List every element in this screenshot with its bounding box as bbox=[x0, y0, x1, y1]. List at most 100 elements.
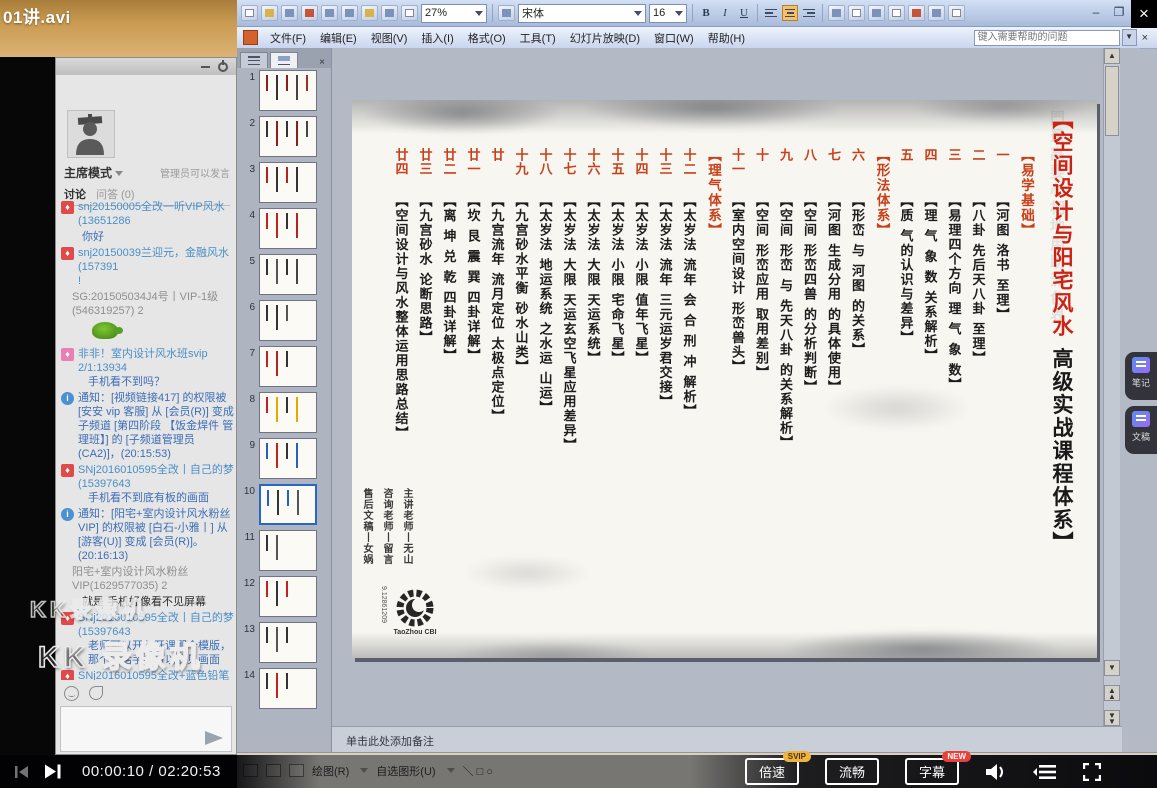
chat-message: i 通知：[阳宅+室内设计风水粉丝VIP] 的权限被 [白石-小雅丨] 从 [游客… bbox=[60, 507, 234, 563]
emoji-icon[interactable] bbox=[64, 686, 79, 701]
underline-button[interactable]: U bbox=[736, 5, 752, 21]
thumbnail-row: 11 bbox=[237, 528, 331, 574]
section-header: 【形法体系】 bbox=[873, 148, 890, 238]
menu-0[interactable]: 文件(F) bbox=[263, 28, 313, 48]
speed-button[interactable]: 倍速 SVIP bbox=[744, 751, 811, 785]
slide-thumbnail-8[interactable] bbox=[259, 392, 317, 433]
dash-style-icon[interactable] bbox=[888, 5, 905, 21]
slide-thumbnail-2[interactable] bbox=[259, 116, 317, 157]
slide-thumbnail-11[interactable] bbox=[259, 530, 317, 571]
side-tab-label: 文稿 bbox=[1131, 432, 1150, 442]
slide-thumbnail-10[interactable] bbox=[259, 484, 317, 525]
format-painter-icon[interactable] bbox=[361, 5, 378, 21]
flower-icon[interactable] bbox=[89, 686, 103, 700]
slide-thumbnail-5[interactable] bbox=[259, 254, 317, 295]
menu-4[interactable]: 格式(O) bbox=[461, 28, 513, 48]
prev-episode-icon[interactable] bbox=[14, 765, 30, 779]
thumbnail-row: 14 bbox=[237, 666, 331, 712]
menu-5[interactable]: 工具(T) bbox=[513, 28, 563, 48]
side-tab-1[interactable]: 文稿 bbox=[1125, 406, 1157, 454]
spelling-icon[interactable] bbox=[341, 5, 358, 21]
grid-icon[interactable] bbox=[498, 5, 515, 21]
print-icon[interactable] bbox=[301, 5, 318, 21]
slide-thumbnail-9[interactable] bbox=[259, 438, 317, 479]
playlist-icon[interactable] bbox=[1033, 764, 1057, 780]
thumbnail-number: 11 bbox=[244, 532, 255, 543]
table-icon[interactable] bbox=[401, 5, 418, 21]
chat-message: i 通知：[视频链接417] 的权限被 [安安 vip 客服] 从 [会员(R)]… bbox=[60, 391, 234, 461]
menu-6[interactable]: 幻灯片放映(D) bbox=[563, 28, 647, 48]
outline-item: 廿【九宫流年 流月定位 太极点定位】 bbox=[488, 148, 504, 424]
chat-message: ♦ 非非！室内设计风水班svip 2/1:13934 手机看不到吗？ bbox=[60, 347, 234, 389]
slide-thumbnail-14[interactable] bbox=[259, 668, 317, 709]
slide-thumbnail-7[interactable] bbox=[259, 346, 317, 387]
line-spacing-icon[interactable] bbox=[848, 5, 865, 21]
scroll-down-icon[interactable]: ▼ bbox=[1104, 660, 1120, 676]
play-next-icon[interactable] bbox=[44, 764, 62, 779]
logo-caption: TaoZhou CBI bbox=[393, 629, 437, 636]
side-tab-label: 笔记 bbox=[1131, 378, 1150, 388]
scroll-up-icon[interactable]: ▲ bbox=[1104, 48, 1120, 64]
volume-icon[interactable] bbox=[985, 763, 1007, 781]
chat-power-icon[interactable] bbox=[218, 59, 228, 72]
thumbnail-row: 12 bbox=[237, 574, 331, 620]
exit-design-icon[interactable] bbox=[948, 5, 965, 21]
quality-button[interactable]: 流畅 bbox=[824, 758, 879, 785]
bold-button[interactable]: B bbox=[698, 5, 714, 21]
open-icon[interactable] bbox=[261, 5, 278, 21]
close-icon[interactable]: × bbox=[1131, 0, 1157, 28]
chevron-down-icon[interactable]: ▼ bbox=[1121, 29, 1137, 46]
align-left-icon[interactable] bbox=[763, 5, 779, 21]
slide-thumbnail-13[interactable] bbox=[259, 622, 317, 663]
zoom-select[interactable]: 27% bbox=[421, 3, 487, 23]
tab-outline[interactable] bbox=[240, 52, 268, 68]
slide-thumbnail-4[interactable] bbox=[259, 208, 317, 249]
save-icon[interactable] bbox=[281, 5, 298, 21]
thumbnail-row: 4 bbox=[237, 206, 331, 252]
menu-3[interactable]: 插入(I) bbox=[414, 28, 460, 48]
side-tab-0[interactable]: 笔记 bbox=[1125, 352, 1157, 400]
notes-pane[interactable]: 单击此处添加备注 bbox=[332, 726, 1122, 752]
italic-button[interactable]: I bbox=[717, 5, 733, 21]
align-right-icon[interactable] bbox=[801, 5, 817, 21]
fullscreen-icon[interactable] bbox=[1083, 762, 1101, 781]
new-icon[interactable] bbox=[241, 5, 258, 21]
menu-2[interactable]: 视图(V) bbox=[364, 28, 415, 48]
font-size-select[interactable]: 16 bbox=[649, 3, 687, 23]
send-icon[interactable] bbox=[205, 731, 223, 745]
pane-close-icon[interactable]: × bbox=[316, 57, 328, 68]
menu-1[interactable]: 编辑(E) bbox=[313, 28, 364, 48]
share-icon[interactable] bbox=[828, 5, 845, 21]
align-center-icon[interactable] bbox=[782, 5, 798, 21]
org-chart-icon[interactable] bbox=[928, 5, 945, 21]
thumbnail-number: 6 bbox=[249, 302, 255, 313]
menu-7[interactable]: 窗口(W) bbox=[647, 28, 701, 48]
chat-minimize-icon[interactable] bbox=[201, 65, 210, 68]
slide-scrollbar[interactable]: ▲ ▼ ▲ ▲ ▼ ▼ bbox=[1103, 48, 1120, 726]
window-maximize-button[interactable]: ❐ bbox=[1109, 5, 1129, 21]
slide-thumbnail-12[interactable] bbox=[259, 576, 317, 617]
next-slide-button[interactable]: ▼ ▼ bbox=[1104, 710, 1120, 726]
slide-thumbnail-3[interactable] bbox=[259, 162, 317, 203]
download-icon[interactable] bbox=[868, 5, 885, 21]
powerpoint-window: 27% 宋体 16 B I U – ❐ 文件(F) 编辑(E) 视图(V) 插入… bbox=[237, 0, 1157, 788]
help-search-input[interactable] bbox=[973, 29, 1120, 46]
chat-input[interactable] bbox=[60, 706, 232, 752]
paint-icon[interactable] bbox=[908, 5, 925, 21]
outline-item: 十八【太岁法 地运系统 之水运 山运】 bbox=[536, 148, 552, 416]
subtitle-button[interactable]: 字幕 NEW bbox=[904, 751, 971, 785]
menu-close-icon[interactable]: × bbox=[1139, 32, 1151, 44]
tab-slides[interactable] bbox=[270, 52, 298, 68]
window-minimize-button[interactable]: – bbox=[1086, 5, 1106, 21]
slide-thumbnail-6[interactable] bbox=[259, 300, 317, 341]
scrollbar-thumb[interactable] bbox=[1105, 66, 1119, 136]
chat-mode-label[interactable]: 主席模式 bbox=[64, 164, 124, 181]
chat-message-text: snj20150005全改一听VIP风水(13651286 bbox=[78, 201, 225, 227]
undo-icon[interactable] bbox=[381, 5, 398, 21]
font-select[interactable]: 宋体 bbox=[518, 3, 646, 23]
previous-slide-button[interactable]: ▲ ▲ bbox=[1104, 685, 1120, 701]
chat-message: ♦ snj20150005全改一听VIP风水(13651286 bbox=[60, 200, 234, 228]
menu-8[interactable]: 帮助(H) bbox=[701, 28, 752, 48]
print-preview-icon[interactable] bbox=[321, 5, 338, 21]
slide-thumbnail-1[interactable] bbox=[259, 70, 317, 111]
